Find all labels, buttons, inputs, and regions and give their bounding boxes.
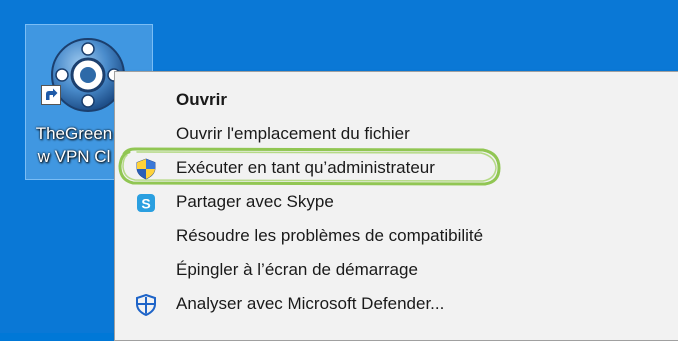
menu-item-troubleshoot-compatibility-label: Résoudre les problèmes de compatibilité (176, 226, 484, 245)
skype-icon: S (137, 194, 155, 212)
menu-item-troubleshoot-compatibility[interactable]: Résoudre les problèmes de compatibilité (115, 220, 678, 254)
menu-item-share-skype[interactable]: S Partager avec Skype (115, 186, 678, 220)
shortcut-label-line1: TheGreen (35, 124, 113, 143)
menu-item-open-file-location-label: Ouvrir l'emplacement du fichier (176, 124, 410, 143)
context-menu: Ouvrir Ouvrir l'emplacement du fichier E… (114, 71, 678, 341)
menu-item-share-skype-label: Partager avec Skype (176, 192, 334, 211)
menu-item-scan-defender-label: Analyser avec Microsoft Defender... (176, 294, 445, 313)
shortcut-label-line2: w VPN Cl (37, 147, 111, 166)
menu-item-open-label: Ouvrir (176, 90, 228, 109)
menu-item-run-as-admin-label: Exécuter en tant qu’administrateur (176, 158, 435, 177)
shortcut-arrow-icon (41, 85, 61, 105)
menu-item-open[interactable]: Ouvrir (115, 84, 678, 118)
menu-item-pin-to-start-label: Épingler à l’écran de démarrage (176, 260, 418, 279)
menu-item-pin-to-start[interactable]: Épingler à l’écran de démarrage (115, 254, 678, 288)
menu-item-run-as-admin[interactable]: Exécuter en tant qu’administrateur (115, 152, 678, 186)
svg-text:S: S (141, 196, 150, 212)
menu-item-open-file-location[interactable]: Ouvrir l'emplacement du fichier (115, 118, 678, 152)
uac-shield-icon (136, 158, 156, 180)
menu-item-scan-defender[interactable]: Analyser avec Microsoft Defender... (115, 288, 678, 322)
defender-icon (136, 294, 156, 316)
shortcut-label: TheGreen w VPN Cl (26, 122, 118, 168)
